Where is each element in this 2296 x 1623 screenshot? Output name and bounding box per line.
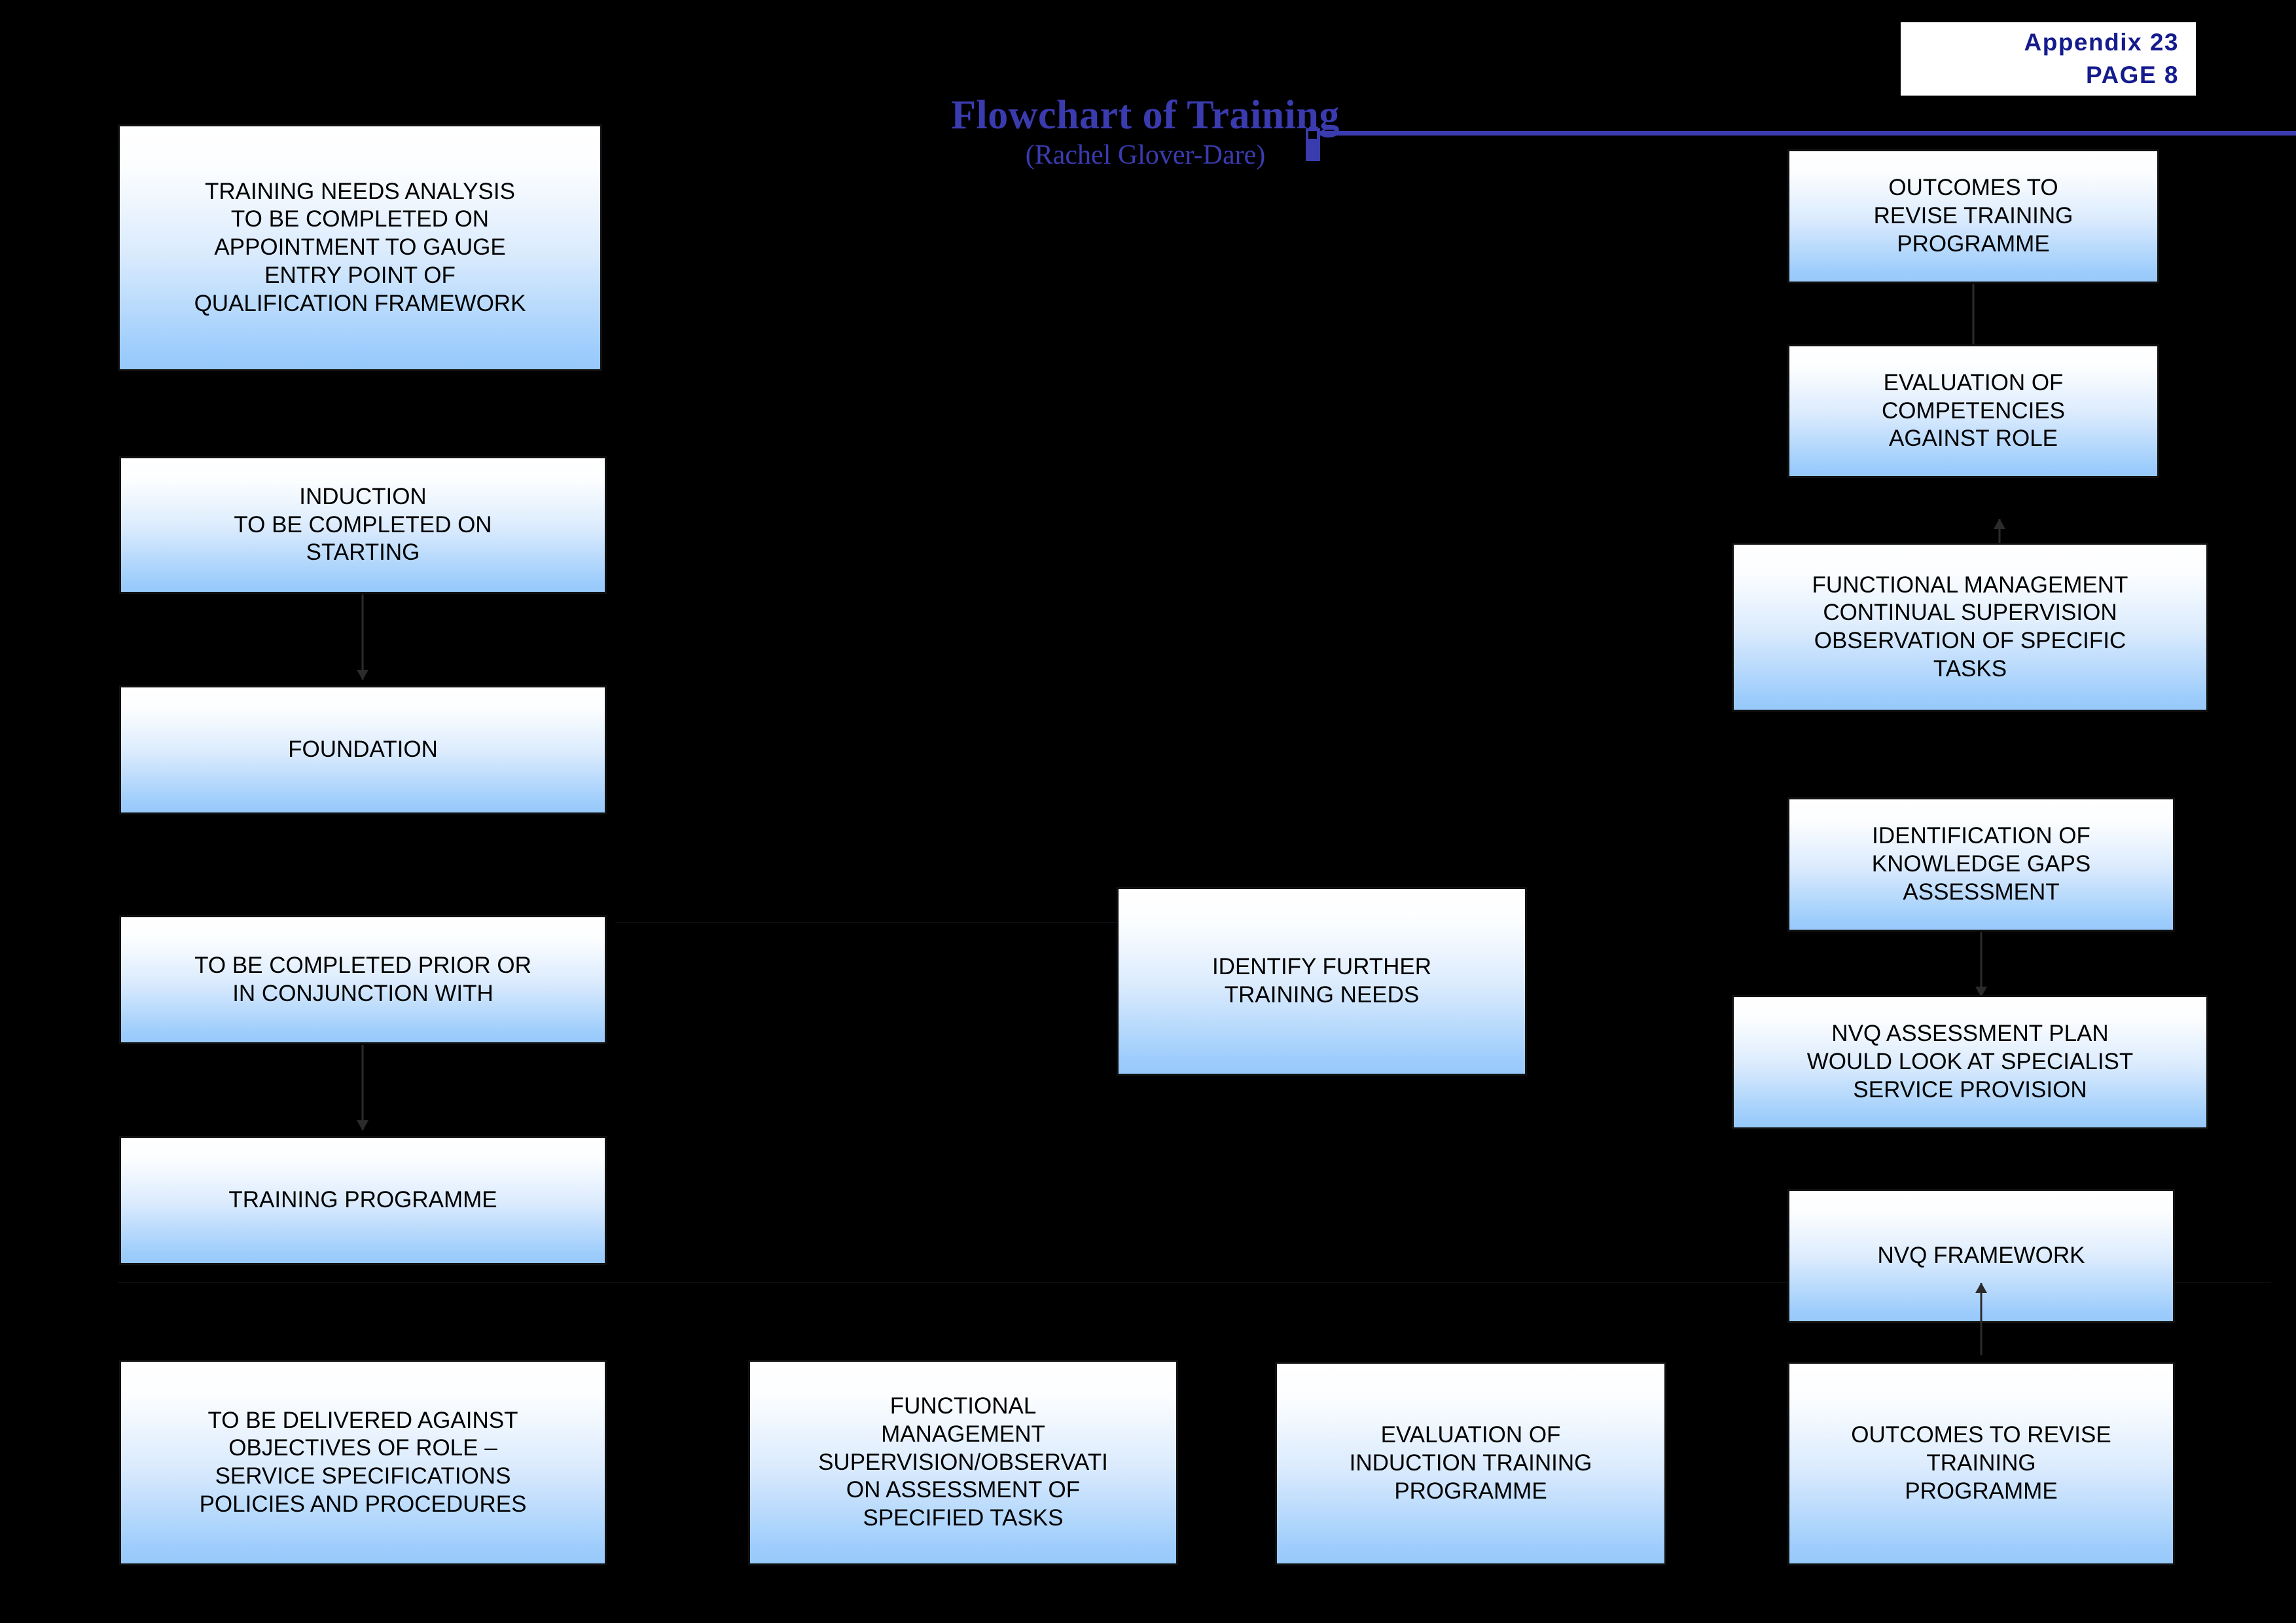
box-training-needs-analysis-label: TRAINING NEEDS ANALYSIS TO BE COMPLETED … (194, 178, 526, 316)
box-functional-management-supervision-observation-label: FUNCTIONAL MANAGEMENT SUPERVISION/OBSERV… (818, 1393, 1108, 1531)
header-divider-tab-notch (1308, 131, 1317, 139)
box-nvq-assessment-plan-label: NVQ ASSESSMENT PLAN WOULD LOOK AT SPECIA… (1806, 1021, 2134, 1103)
box-functional-management-continual-supervision-label: FUNCTIONAL MANAGEMENT CONTINUAL SUPERVIS… (1812, 572, 2128, 682)
connector-line (361, 594, 364, 680)
box-evaluation-of-induction-training-programme-label: EVALUATION OF INDUCTION TRAINING PROGRAM… (1349, 1422, 1592, 1504)
arrowhead-down-icon (357, 670, 368, 680)
connector-outcomes-bottom-to-nvq-framework (1973, 1283, 1989, 1355)
box-foundation[interactable]: FOUNDATION (119, 685, 607, 814)
flowchart-page: Appendix 23 PAGE 8 Flowchart of Training… (0, 0, 2296, 1623)
box-to-be-completed-prior[interactable]: TO BE COMPLETED PRIOR OR IN CONJUNCTION … (119, 915, 607, 1044)
box-to-be-completed-prior-label: TO BE COMPLETED PRIOR OR IN CONJUNCTION … (194, 952, 531, 1006)
box-outcomes-to-revise-training-programme-label: OUTCOMES TO REVISE TRAINING PROGRAMME (1873, 175, 2073, 257)
box-nvq-assessment-plan[interactable]: NVQ ASSESSMENT PLAN WOULD LOOK AT SPECIA… (1732, 995, 2208, 1129)
connector-line (1980, 1283, 1982, 1355)
box-outcomes-to-revise-training-programme-bottom[interactable]: OUTCOMES TO REVISE TRAINING PROGRAMME (1787, 1362, 2175, 1565)
box-nvq-framework-label: NVQ FRAMEWORK (1877, 1243, 2085, 1269)
box-evaluation-of-induction-training-programme[interactable]: EVALUATION OF INDUCTION TRAINING PROGRAM… (1275, 1362, 1666, 1565)
header-divider-rule (1306, 131, 2296, 136)
box-training-programme[interactable]: TRAINING PROGRAMME (119, 1136, 607, 1265)
page-title: Flowchart of Training (951, 93, 1340, 137)
box-foundation-label: FOUNDATION (288, 737, 438, 763)
page-subtitle: (Rachel Glover-Dare) (1025, 140, 1266, 170)
connector-knowledge-gaps-to-nvq-plan (1973, 932, 1989, 997)
appendix-header-plate: Appendix 23 PAGE 8 (1901, 22, 2196, 96)
page-number-label: PAGE 8 (2086, 62, 2179, 88)
box-evaluation-of-competencies[interactable]: EVALUATION OF COMPETENCIES AGAINST ROLE (1787, 344, 2159, 478)
box-outcomes-to-revise-training-programme-bottom-label: OUTCOMES TO REVISE TRAINING PROGRAMME (1851, 1422, 2111, 1504)
arrowhead-down-icon (357, 1120, 368, 1131)
box-induction[interactable]: INDUCTION TO BE COMPLETED ON STARTING (119, 456, 607, 594)
box-to-be-delivered-against-objectives-label: TO BE DELIVERED AGAINST OBJECTIVES OF RO… (199, 1407, 527, 1517)
box-induction-label: INDUCTION TO BE COMPLETED ON STARTING (234, 483, 492, 566)
box-functional-management-continual-supervision[interactable]: FUNCTIONAL MANAGEMENT CONTINUAL SUPERVIS… (1732, 543, 2208, 712)
box-identification-of-knowledge-gaps[interactable]: IDENTIFICATION OF KNOWLEDGE GAPS ASSESSM… (1787, 797, 2175, 932)
box-training-programme-label: TRAINING PROGRAMME (228, 1187, 497, 1213)
box-training-needs-analysis[interactable]: TRAINING NEEDS ANALYSIS TO BE COMPLETED … (118, 124, 602, 371)
appendix-number-label: Appendix 23 (2024, 29, 2179, 56)
flowchart-title-block: Flowchart of Training (Rachel Glover-Dar… (929, 95, 1361, 171)
box-functional-management-supervision-observation[interactable]: FUNCTIONAL MANAGEMENT SUPERVISION/OBSERV… (748, 1360, 1178, 1565)
box-outcomes-to-revise-training-programme[interactable]: OUTCOMES TO REVISE TRAINING PROGRAMME (1787, 149, 2159, 283)
box-identify-further-training-needs[interactable]: IDENTIFY FURTHER TRAINING NEEDS (1117, 887, 1527, 1076)
faint-rule-mid (615, 922, 1191, 923)
box-evaluation-of-competencies-label: EVALUATION OF COMPETENCIES AGAINST ROLE (1881, 369, 2066, 452)
connector-line (361, 1045, 364, 1130)
box-identify-further-training-needs-label: IDENTIFY FURTHER TRAINING NEEDS (1211, 954, 1432, 1008)
arrowhead-up-icon (1994, 519, 2005, 529)
box-identification-of-knowledge-gaps-label: IDENTIFICATION OF KNOWLEDGE GAPS ASSESSM… (1871, 823, 2091, 905)
arrowhead-up-icon (1975, 1283, 1987, 1293)
connector-prior-to-training-programme (355, 1045, 370, 1131)
box-to-be-delivered-against-objectives[interactable]: TO BE DELIVERED AGAINST OBJECTIVES OF RO… (119, 1360, 607, 1565)
connector-induction-to-foundation (355, 594, 370, 680)
